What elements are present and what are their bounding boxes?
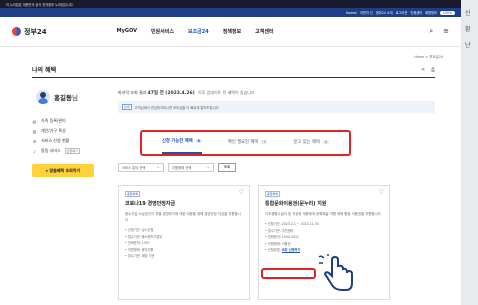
side-item-label: 개인/가구 특성 xyxy=(41,128,66,133)
avatar xyxy=(36,90,50,104)
share-icon[interactable]: ⋖ xyxy=(421,67,425,73)
info-text: 고객님께서 관심체크하시면 보조금을 더 빠르게 알려드립니다 xyxy=(134,105,219,110)
document-icon: ▤ xyxy=(32,118,37,124)
gov-notice-strip: 이 누리집은 대한민국 공식 전자정부 누리집입니다. xyxy=(0,0,461,8)
user-name: 홍길동님 xyxy=(54,92,78,102)
logo-text: 정부24 xyxy=(24,27,47,36)
edge-glyph: 난 xyxy=(465,42,471,49)
summary-prefix: 마지막 조회 결과 xyxy=(118,90,147,95)
side-item-label: 서비스 신청 현황 xyxy=(41,138,70,143)
nav-subsidy24[interactable]: 보조금24 xyxy=(188,28,209,35)
util-link-migrant[interactable]: 이민자 선 xyxy=(360,10,373,15)
nav-policy[interactable]: 정책정보 xyxy=(223,28,241,35)
summary-updated: 이후 업데이트 된 혜택이 있습니다 xyxy=(198,90,255,95)
side-item-household[interactable]: ▥ 개인/가구 특성 xyxy=(32,126,102,136)
language-select[interactable]: Korean xyxy=(346,11,357,15)
card-description: 중소기업 소상공인이 겪을 경영위기에 대한 대응을 위해 경영안정 자금을 지… xyxy=(125,212,241,222)
building-icon: ▥ xyxy=(32,128,37,134)
support-type-select[interactable]: 지원형태 선택 xyxy=(168,163,214,172)
benefit-card[interactable]: 중앙부처 ♡ 코로나19 경영안정자금 중소기업 소상공인이 겪을 경영위기에 … xyxy=(118,185,250,300)
page-title-row: 나의 혜택 ⋖ ⎙ xyxy=(32,62,435,78)
zoom-control[interactable]: 100% xyxy=(439,10,455,15)
card-badge: 중앙부처 xyxy=(265,191,281,197)
cert-center-link[interactable]: 인증센터 xyxy=(410,10,422,15)
card-apply-row: • 신청방법: 바로 신청하기 xyxy=(265,247,383,254)
info-banner: 안내 고객님께서 관심체크하시면 보조금을 더 빠르게 알려드립니다 xyxy=(118,101,435,113)
sidebar: 홍길동님 ▤ 가족 등록/관리 ▥ 개인/가구 특성 ☰ 서비스 신청 현황 ♪ 알림 … xyxy=(32,90,102,177)
benefit-main: 마지막 조회 결과 47일 전 (2023.4.26) 이후 업데이트 된 혜택… xyxy=(118,90,435,300)
main-nav: MyGOV 민원서비스 보조금24 정책정보 고객센터 xyxy=(117,28,274,35)
breadcrumb: Home > 보조금24 xyxy=(414,55,443,59)
card-title: 코로나19 경영안정자금 xyxy=(125,201,176,207)
cta-label: 맞춤혜택 조회하기 xyxy=(49,167,81,173)
card-description: 기초생활수급자 및 차상위 계층에게 문화예술 여행 체육 활동 이용권을 지원… xyxy=(265,212,381,216)
card-badge: 중앙부처 xyxy=(125,191,141,197)
nav-customer-center[interactable]: 고객센터 xyxy=(255,28,273,35)
side-item-label: 가족 등록/관리 xyxy=(41,118,66,123)
side-item-family[interactable]: ▤ 가족 등록/관리 xyxy=(32,116,102,126)
hand-pointer-icon xyxy=(318,254,353,291)
title-tools: ⋖ ⎙ xyxy=(421,67,435,73)
browser-page: 이 누리집은 대한민국 공식 전자정부 누리집입니다. Korean 이민자 선… xyxy=(0,0,461,305)
edge-glyph: 신 xyxy=(465,10,471,17)
user-profile: 홍길동님 xyxy=(36,90,102,104)
card-details: • 신청기간: 2023.2.1 ~ 2023.11.30 • 접수기관: 주민… xyxy=(265,221,383,254)
page-title: 나의 혜택 xyxy=(32,67,57,74)
utility-bar: Korean 이민자 선 정부24 소개 로그아웃 인증센터 회원정보 100% xyxy=(0,8,461,17)
info-tag: 안내 xyxy=(122,104,132,110)
member-info-link[interactable]: 회원정보 xyxy=(425,10,437,15)
apply-tag[interactable]: 신청하기 xyxy=(64,148,80,154)
apply-prefix: • 신청방법: xyxy=(265,248,281,252)
util-link-about[interactable]: 정부24 소개 xyxy=(376,10,393,15)
list-icon: ☰ xyxy=(32,138,37,144)
nav-mygov[interactable]: MyGOV xyxy=(117,28,137,35)
apply-now-link[interactable]: 바로 신청하기 xyxy=(281,248,301,253)
site-logo[interactable]: 정부24 xyxy=(12,27,47,37)
menu-icon[interactable]: ≡ xyxy=(443,27,449,36)
heart-icon[interactable]: ♡ xyxy=(239,189,244,196)
gov-emblem-icon xyxy=(12,27,21,36)
user-name-text: 홍길동 xyxy=(54,94,72,102)
filter-bar: 서비스 분야 선택 지원형태 선택 조회 xyxy=(118,163,236,172)
search-icon[interactable]: ⌕ xyxy=(429,27,433,36)
card-detail-row: • 접수기관: 해당 기관 xyxy=(125,254,155,258)
nav-civil-service[interactable]: 민원서비스 xyxy=(151,28,174,35)
tabs-highlight-box xyxy=(140,130,351,156)
site-header: 정부24 MyGOV 민원서비스 보조금24 정책정보 고객센터 ⌕ ≡ xyxy=(0,17,461,47)
search-button[interactable]: 조회 xyxy=(218,163,236,172)
custom-benefit-search-button[interactable]: ⌕ 맞춤혜택 조회하기 xyxy=(32,164,94,177)
gov-notice-text: 이 누리집은 대한민국 공식 전자정부 누리집입니다. xyxy=(6,2,74,7)
user-name-suffix: 님 xyxy=(71,94,78,102)
card-details: • 신청기간: 상시신청 • 접수기관: 중소벤처기업부 • 전화문의: 135… xyxy=(125,227,243,260)
side-item-alerts[interactable]: ♪ 알림 서비스 신청하기 xyxy=(32,146,102,156)
field-select[interactable]: 서비스 분야 선택 xyxy=(118,163,164,172)
summary-count: 47일 전 (2023.4.26) xyxy=(147,91,195,96)
print-icon[interactable]: ⎙ xyxy=(431,67,435,73)
logout-link[interactable]: 로그아웃 xyxy=(396,10,408,15)
side-menu: ▤ 가족 등록/관리 ▥ 개인/가구 특성 ☰ 서비스 신청 현황 ♪ 알림 서비스 신청… xyxy=(32,116,102,156)
right-edge-panel: 신 황 난 xyxy=(461,0,478,305)
last-query-summary: 마지막 조회 결과 47일 전 (2023.4.26) 이후 업데이트 된 혜택… xyxy=(118,90,435,96)
bell-icon: ♪ xyxy=(33,148,36,154)
header-icons: ⌕ ≡ xyxy=(429,27,449,36)
heart-icon[interactable]: ♡ xyxy=(379,189,384,196)
side-item-label: 알림 서비스 xyxy=(41,148,61,153)
card-title: 통합문화이용권(문누리) 지원 xyxy=(265,201,327,207)
edge-glyph: 황 xyxy=(465,26,471,33)
side-item-applications[interactable]: ☰ 서비스 신청 현황 xyxy=(32,136,102,146)
apply-highlight-box xyxy=(261,268,316,279)
